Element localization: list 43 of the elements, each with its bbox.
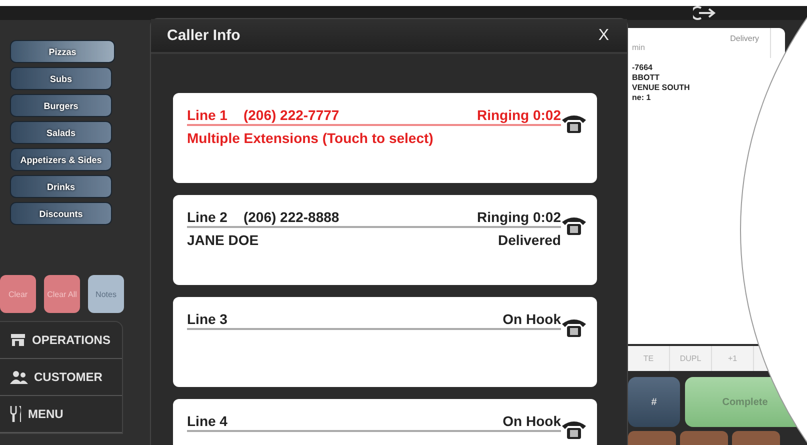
category-button[interactable]: Burgers	[10, 94, 112, 117]
photo-placeholder[interactable]	[732, 431, 780, 445]
line-label: Line 2	[187, 209, 228, 225]
nav-item[interactable]: MENU	[0, 396, 122, 433]
people-icon	[10, 370, 28, 384]
order-status: Delivered	[498, 232, 561, 248]
line-label: Line 3	[187, 311, 228, 327]
nav-item[interactable]: CUSTOMER	[0, 359, 122, 396]
receipt-line: VENUE SOUTH	[632, 83, 691, 93]
caller-line-card[interactable]: Line 2 (206) 222-8888 Ringing 0:02 JANE DOE Delivered	[173, 195, 597, 285]
order-type: Delivery	[730, 34, 759, 43]
line-status: Ringing 0:02	[476, 107, 561, 123]
receipt-line: -7664	[632, 63, 654, 73]
receipt-line: BBOTT	[632, 73, 661, 83]
receipt-line: min	[632, 43, 646, 53]
category-button[interactable]: Discounts	[10, 202, 112, 225]
caller-line-card[interactable]: Line 3 On Hook	[173, 297, 597, 387]
caller-detail: JANE DOE	[187, 232, 259, 248]
caller-detail: Multiple Extensions (Touch to select)	[187, 130, 434, 146]
line-label: Line 1	[187, 107, 228, 123]
line-status: On Hook	[502, 413, 561, 429]
category-button[interactable]: Appetizers & Sides	[10, 148, 112, 171]
close-button[interactable]: X	[596, 26, 611, 44]
store-icon	[10, 333, 26, 347]
category-button[interactable]: Pizzas	[10, 40, 115, 63]
phone-number: (206) 222-8888	[243, 209, 340, 225]
caller-line-card[interactable]: Line 4 On Hook	[173, 399, 597, 445]
line-label: Line 4	[187, 413, 228, 429]
receipt-line: ne: 1	[632, 93, 652, 103]
photo-placeholder[interactable]	[680, 431, 728, 445]
key-button[interactable]: #	[628, 377, 680, 427]
caller-line-card[interactable]: Line 1 (206) 222-7777 Ringing 0:02 Multiple Extensions (Touch to select)	[173, 93, 597, 183]
line-status: On Hook	[502, 311, 561, 327]
category-button[interactable]: Salads	[10, 121, 112, 144]
phone-number: (206) 222-7777	[243, 107, 340, 123]
dialog-title: Caller Info	[167, 27, 240, 44]
logout-icon[interactable]	[693, 6, 717, 20]
line-status: Ringing 0:02	[476, 209, 561, 225]
photo-placeholder[interactable]	[628, 431, 676, 445]
nav-item[interactable]: OPERATIONS	[0, 322, 122, 359]
category-button[interactable]: Drinks	[10, 175, 112, 198]
category-button[interactable]: Subs	[10, 67, 112, 90]
cutlery-icon	[10, 406, 22, 422]
